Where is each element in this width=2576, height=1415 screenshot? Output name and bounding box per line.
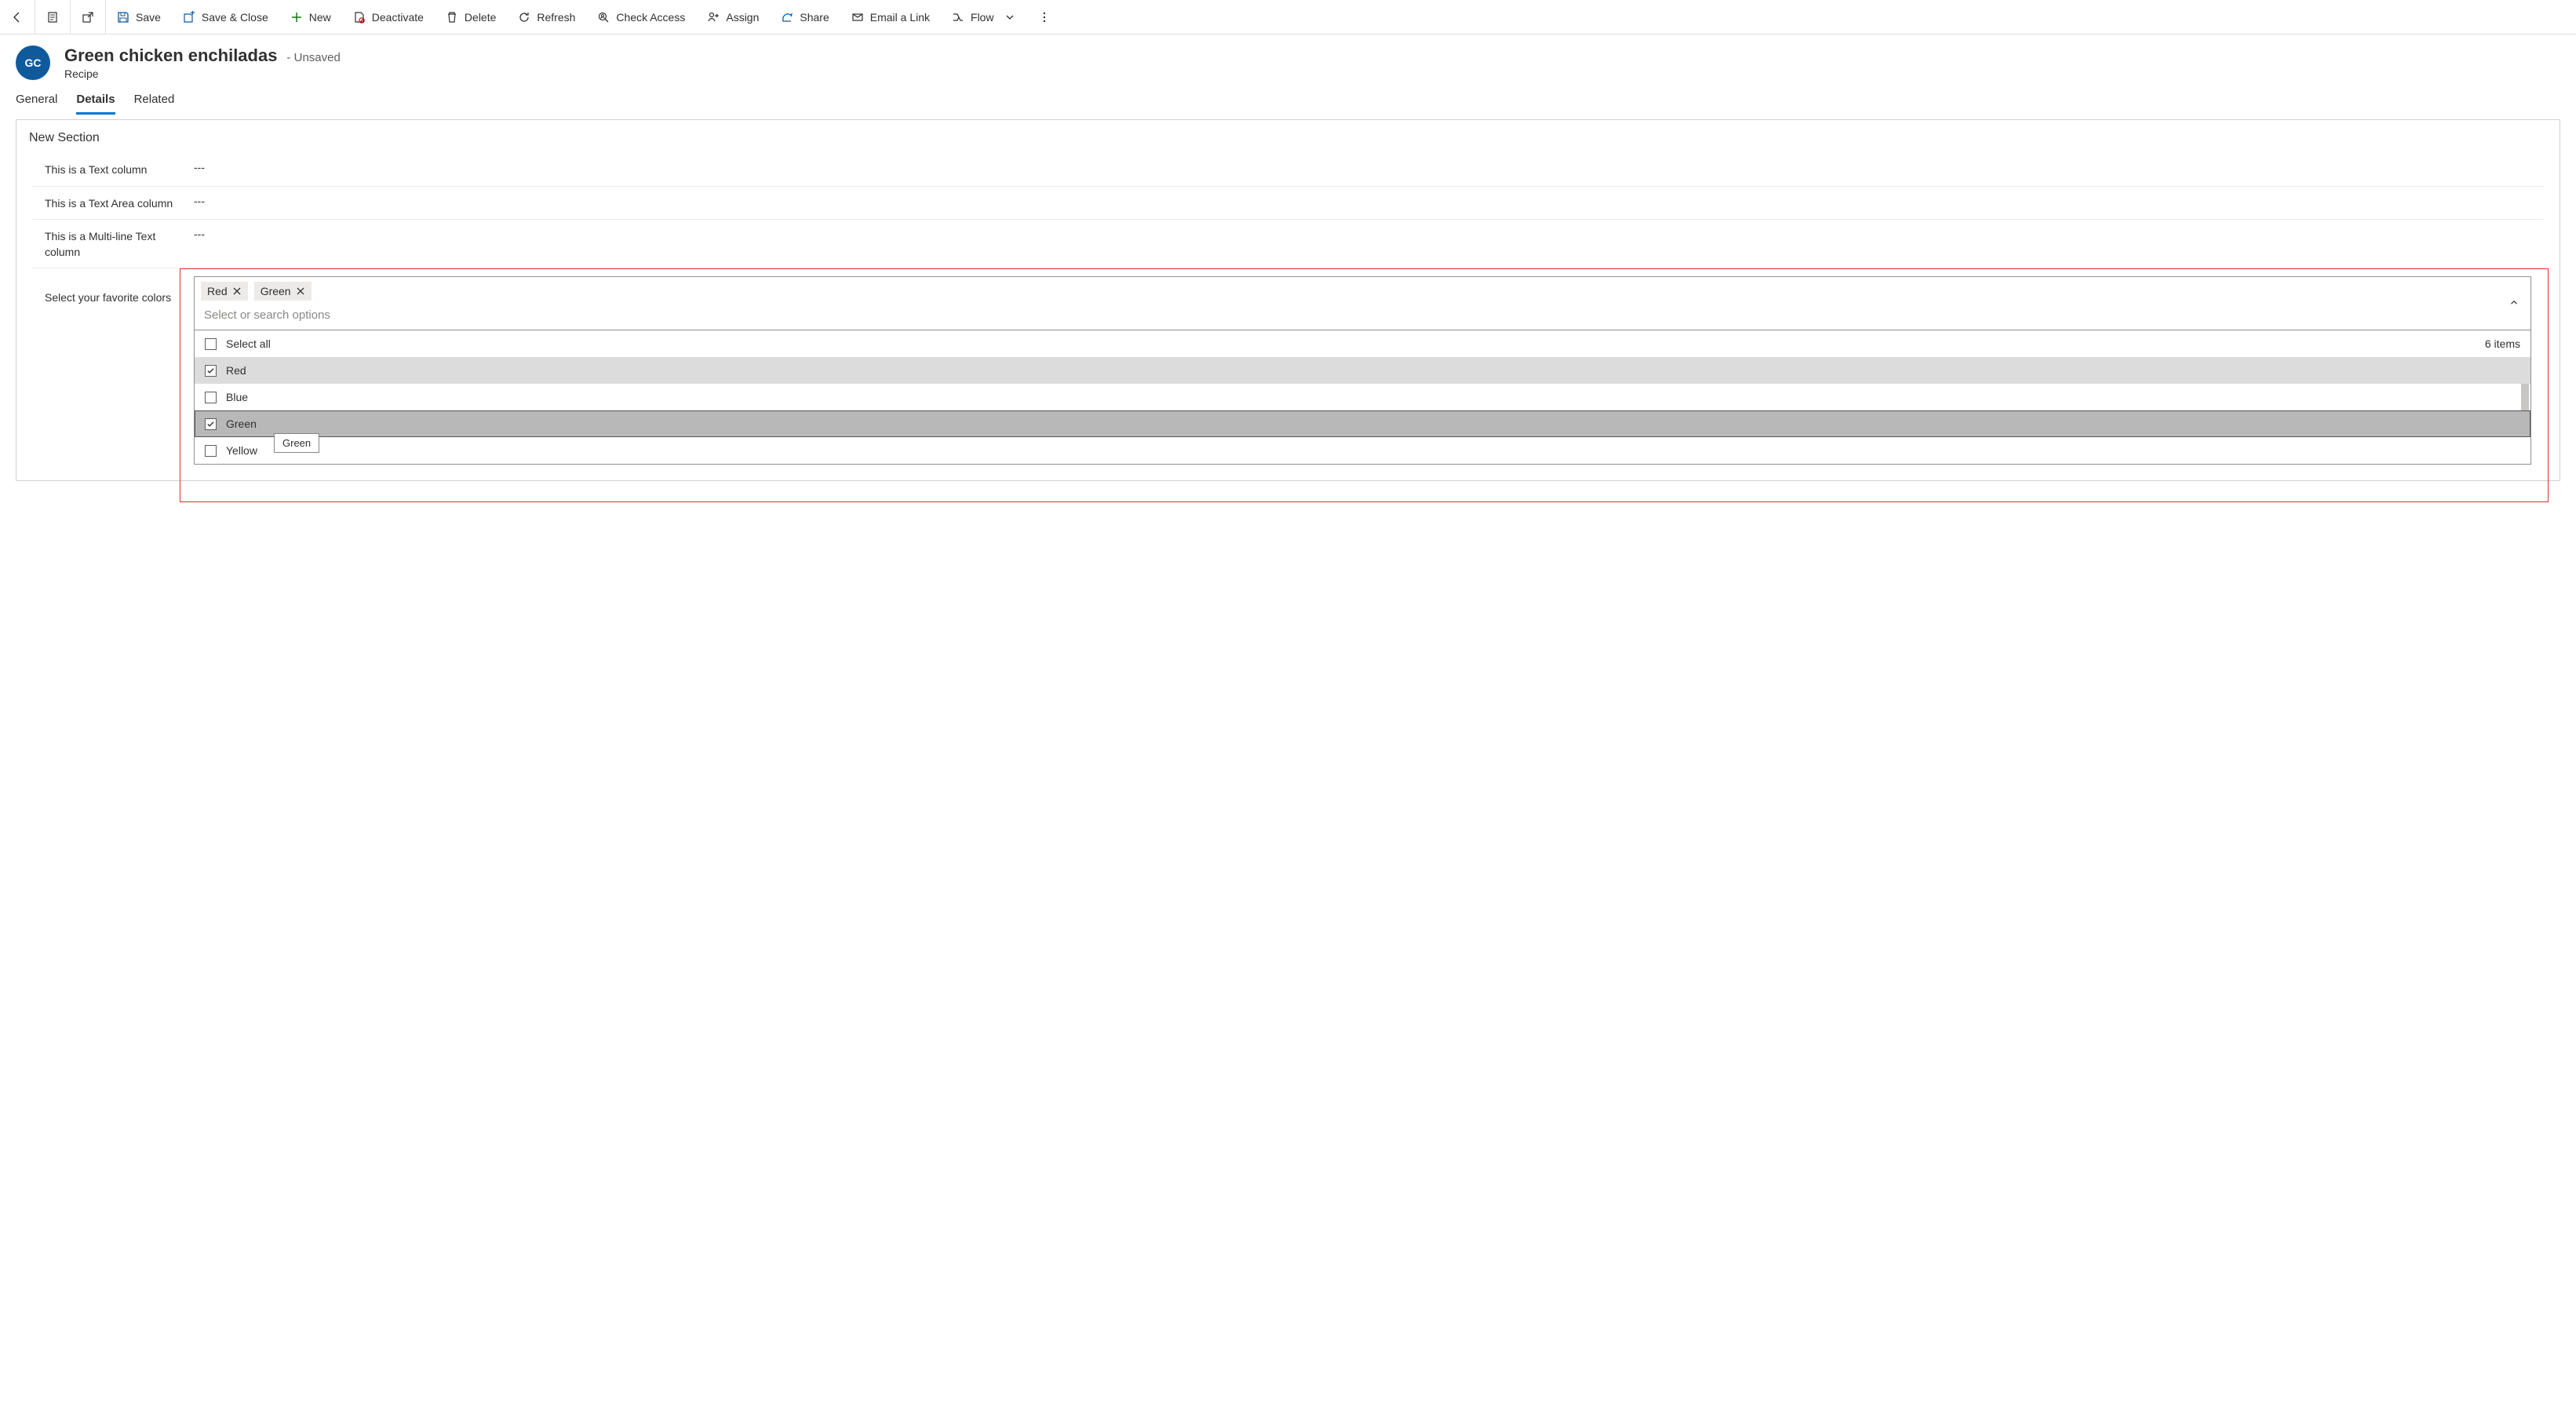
refresh-label: Refresh: [537, 11, 575, 24]
tab-general[interactable]: General: [16, 85, 57, 115]
record-save-status: - Unsaved: [286, 51, 340, 64]
record-header: GC Green chicken enchiladas - Unsaved Re…: [0, 35, 2576, 85]
flow-button[interactable]: Flow: [941, 0, 1027, 35]
chevron-up-icon[interactable]: [2509, 297, 2520, 310]
tooltip: Green: [274, 433, 319, 453]
chip-label: Red: [207, 285, 228, 297]
field-label: This is a Multi-line Text column: [45, 228, 194, 260]
field-label: Select your favorite colors: [45, 276, 194, 306]
field-colors: Select your favorite colors Red Green: [32, 268, 2544, 465]
option-yellow[interactable]: Yellow Green: [195, 437, 2530, 464]
record-title: Green chicken enchiladas: [64, 46, 277, 66]
save-icon: [117, 11, 129, 24]
new-label: New: [309, 11, 331, 24]
deactivate-icon: [353, 11, 366, 24]
new-button[interactable]: New: [279, 0, 342, 35]
option-label: Blue: [226, 391, 248, 403]
share-button[interactable]: Share: [770, 0, 840, 35]
field-label: This is a Text column: [45, 161, 194, 178]
checkbox-icon: [205, 392, 217, 403]
record-avatar: GC: [16, 46, 50, 80]
checkbox-checked-icon: [205, 365, 217, 377]
form-tabs: General Details Related: [0, 85, 2576, 115]
share-label: Share: [800, 11, 829, 24]
popout-icon: [82, 11, 94, 24]
refresh-button[interactable]: Refresh: [507, 0, 586, 35]
field-multiline[interactable]: This is a Multi-line Text column ---: [32, 220, 2544, 268]
option-select-all[interactable]: Select all 6 items: [195, 330, 2530, 357]
plus-icon: [290, 11, 303, 24]
multiselect-control[interactable]: Red Green: [194, 276, 2531, 330]
field-textarea[interactable]: This is a Text Area column ---: [32, 187, 2544, 221]
save-close-icon: [183, 11, 195, 24]
multiselect-dropdown: Select all 6 items Red Blue: [194, 330, 2531, 465]
refresh-icon: [518, 11, 530, 24]
deactivate-label: Deactivate: [372, 11, 424, 24]
flow-icon: [952, 11, 964, 24]
selected-chips: Red Green: [201, 282, 2499, 301]
delete-button[interactable]: Delete: [435, 0, 507, 35]
field-value: ---: [194, 161, 2531, 173]
chevron-down-icon: [1004, 11, 1016, 24]
form-section: New Section This is a Text column --- Th…: [16, 119, 2560, 481]
back-button[interactable]: [0, 0, 35, 35]
email-link-button[interactable]: Email a Link: [840, 0, 941, 35]
check-access-label: Check Access: [616, 11, 685, 24]
option-label: Select all: [226, 337, 271, 350]
field-value: ---: [194, 195, 2531, 207]
check-access-button[interactable]: Check Access: [586, 0, 696, 35]
flow-label: Flow: [971, 11, 994, 24]
more-vertical-icon: [1038, 11, 1051, 24]
email-link-label: Email a Link: [870, 11, 930, 24]
email-icon: [851, 11, 864, 24]
check-access-icon: [597, 11, 610, 24]
option-blue[interactable]: Blue: [195, 384, 2530, 410]
item-count: 6 items: [2485, 337, 2520, 350]
trash-icon: [446, 11, 458, 24]
option-green[interactable]: Green: [195, 410, 2530, 437]
deactivate-button[interactable]: Deactivate: [342, 0, 435, 35]
share-icon: [781, 11, 793, 24]
save-label: Save: [136, 11, 161, 24]
popout-button[interactable]: [71, 0, 105, 35]
chip-remove-icon[interactable]: [296, 286, 305, 296]
save-button[interactable]: Save: [106, 0, 172, 35]
section-title: New Section: [16, 120, 2560, 153]
notes-icon: [46, 11, 59, 24]
assign-icon: [707, 11, 720, 24]
checkbox-checked-icon: [205, 418, 217, 430]
assign-label: Assign: [726, 11, 759, 24]
checkbox-icon: [205, 338, 217, 350]
option-label: Yellow: [226, 444, 257, 457]
record-entity: Recipe: [64, 67, 341, 80]
field-text[interactable]: This is a Text column ---: [32, 153, 2544, 187]
notes-button[interactable]: [35, 0, 70, 35]
option-label: Red: [226, 364, 246, 377]
overflow-button[interactable]: [1027, 0, 1062, 35]
multiselect-search-input[interactable]: [201, 305, 2499, 325]
save-close-label: Save & Close: [202, 11, 268, 24]
option-label: Green: [226, 418, 257, 430]
chip-remove-icon[interactable]: [232, 286, 242, 296]
option-red[interactable]: Red: [195, 357, 2530, 384]
chip-red: Red: [201, 282, 248, 301]
chip-label: Green: [261, 285, 291, 297]
command-bar: Save Save & Close New Deactivate Delete …: [0, 0, 2576, 35]
checkbox-icon: [205, 445, 217, 457]
chip-green: Green: [254, 282, 312, 301]
assign-button[interactable]: Assign: [696, 0, 770, 35]
tab-related[interactable]: Related: [134, 85, 175, 115]
field-label: This is a Text Area column: [45, 195, 194, 212]
back-arrow-icon: [11, 11, 24, 24]
field-value: ---: [194, 228, 2531, 240]
save-close-button[interactable]: Save & Close: [172, 0, 279, 35]
delete-label: Delete: [465, 11, 496, 24]
tab-details[interactable]: Details: [76, 85, 115, 115]
